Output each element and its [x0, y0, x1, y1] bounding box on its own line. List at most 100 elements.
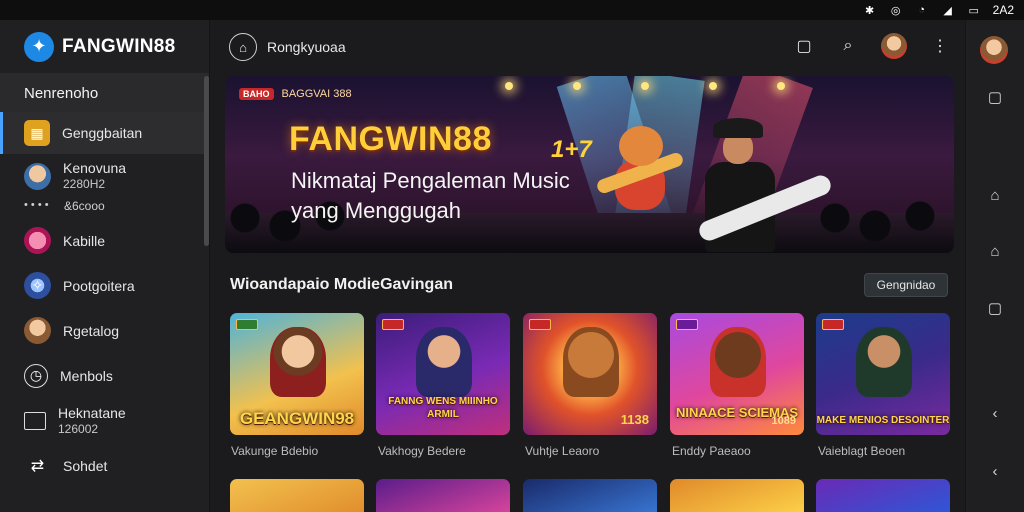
chat-icon[interactable]: ▢ [793, 35, 815, 57]
top-bar: ⌂ Rongkyuoaa ▢ ⌕ ⋮ [211, 20, 965, 74]
brand-name: FANGWIN88 [62, 35, 176, 57]
game-card[interactable]: FANNG WENS MIIINHO ARMIL [376, 313, 510, 435]
page-title: Rongkyuoaa [267, 39, 346, 55]
right-rail: ▢ ⌂ ⌂ ▢ ‹ ‹ [965, 20, 1024, 512]
hero-badge: BAHO BAGGVAI 388 [239, 88, 352, 100]
card-caption: Enddy Paeaoo [672, 444, 751, 458]
game-card[interactable]: MAKE MENIOS DESOINTER [816, 313, 950, 435]
card-tag [529, 319, 551, 330]
sidebar-item-label: Rgetalog [63, 322, 120, 339]
rail-avatar-image [980, 36, 1008, 64]
card-caption: Vakunge Bdebio [231, 444, 319, 458]
sidebar-item-sohdet[interactable]: ⇄ Sohdet [0, 443, 209, 488]
card-character [856, 327, 912, 397]
hero-title: FANGWIN88 [289, 120, 492, 158]
card-tag [676, 319, 698, 330]
game-card-partial[interactable] [523, 479, 657, 512]
card-caption: Vuhtje Leaoro [525, 444, 600, 458]
profile-avatar-icon [24, 317, 51, 344]
sidebar-item-label: Kenovuna [63, 160, 127, 176]
sidebar-item-genggbaitan[interactable]: ▦ Genggbaitan [0, 112, 209, 154]
sidebar: ✦ FANGWIN88 Nenrenoho ▦ Genggbaitan Keno… [0, 20, 210, 512]
more-vertical-icon[interactable]: ⋮ [929, 35, 951, 57]
game-card-partial[interactable] [816, 479, 950, 512]
sidebar-dots-value: &6cooo [64, 199, 105, 213]
user-avatar[interactable] [881, 33, 907, 59]
back-icon[interactable]: ‹ [984, 402, 1006, 424]
bear-mascot-illustration [595, 126, 685, 216]
game-card-partial[interactable] [670, 479, 804, 512]
app-root: ✱ ◎ ◔ ◢ ▭ 2A2 ✦ FANGWIN88 Nenrenoho ▦ Ge… [0, 0, 1024, 512]
sidebar-scrollbar[interactable] [204, 76, 209, 246]
search-icon[interactable]: ⌕ [837, 35, 859, 57]
card-number: 1089 [771, 415, 796, 427]
card-label: GEANGWIN98 [239, 409, 355, 428]
card-caption: Vakhogy Bedere [378, 444, 466, 458]
sidebar-item-label: Menbols [60, 367, 113, 384]
back-alt-icon[interactable]: ‹ [984, 460, 1006, 482]
hero-subtitle: Nikmataj Pengaleman Music yang Menggugah [291, 166, 570, 226]
bluetooth-icon: ✱ [865, 4, 875, 17]
user-avatar-icon [24, 162, 51, 190]
card-tag [382, 319, 404, 330]
signal-icon: ◢ [943, 4, 952, 17]
rail-avatar[interactable] [980, 36, 1008, 64]
game-card[interactable]: NINAACE SCIEMAS 1089 [670, 313, 804, 435]
card-character [416, 327, 472, 397]
hero-badge-text: BAGGVAI 388 [281, 88, 352, 100]
top-actions: ▢ ⌕ ⋮ [793, 33, 951, 59]
card-label: MAKE MENIOS DESOINTER [816, 415, 950, 426]
hero-badge-tag: BAHO [239, 88, 274, 100]
game-card[interactable]: GEANGWIN98 [230, 313, 364, 435]
card-tag [236, 319, 258, 330]
card-number: 1138 [620, 412, 649, 427]
wifi-icon: ◔ [918, 4, 925, 16]
card-tag [822, 319, 844, 330]
sidebar-dots: • • • • [24, 199, 49, 211]
sidebar-item-sub: 126002 [58, 421, 99, 436]
sidebar-item-pootgoitera[interactable]: ✧ Pootgoitera [0, 263, 209, 308]
battery-icon: ▭ [968, 4, 979, 17]
game-card-partial[interactable] [230, 479, 364, 512]
rail-square-icon[interactable]: ▢ [984, 86, 1006, 108]
status-bar: ✱ ◎ ◔ ◢ ▭ 2A2 [0, 0, 1024, 20]
house-outline-icon[interactable]: ⌂ [984, 240, 1006, 262]
sidebar-item-label: Pootgoitera [63, 277, 135, 294]
game-card[interactable]: 1138 [523, 313, 657, 435]
sidebar-item-label: Kabille [63, 232, 106, 249]
crowd-silhouette [815, 198, 954, 253]
card-character [710, 327, 766, 397]
section-title: Wioandapaio ModieGavingan [230, 276, 453, 293]
home-icon[interactable]: ⌂ [984, 184, 1006, 206]
globe-icon: ✧ [24, 272, 51, 299]
card-character [563, 327, 619, 397]
sidebar-item-kabille[interactable]: Kabille [0, 218, 209, 263]
hero-banner[interactable]: BAHO BAGGVAI 388 FANGWIN88 1+7 Nikmataj … [225, 76, 954, 253]
stage-lights [505, 82, 785, 90]
hero-subtitle-line1: Nikmataj Pengaleman Music [291, 168, 570, 193]
card-character [270, 327, 326, 397]
hero-mark: 1+7 [551, 136, 592, 163]
status-time: 2A2 [992, 3, 1014, 17]
sidebar-item-heknatane[interactable]: Heknatane 126002 [0, 398, 209, 443]
music-icon [24, 227, 51, 254]
card-label: FANNG WENS MIIINHO ARMIL [388, 396, 498, 420]
game-card-partial[interactable] [376, 479, 510, 512]
sidebar-dots-row: • • • • &6cooo [0, 198, 209, 218]
sidebar-item-label: Genggbaitan [62, 125, 143, 141]
sidebar-item-label: Heknatane [58, 404, 126, 421]
clock-icon: ◷ [24, 363, 48, 388]
swap-icon: ⇄ [30, 457, 45, 475]
sidebar-item-sub: 2280H2 [63, 177, 106, 191]
card-caption: Vaieblagt Beoen [818, 444, 906, 458]
section-more-button[interactable]: Gengnidao [864, 273, 948, 297]
sidebar-item-menbols[interactable]: ◷ Menbols [0, 353, 209, 398]
brand[interactable]: ✦ FANGWIN88 [0, 20, 209, 74]
sidebar-item-kenovuna[interactable]: Kenovuna 2280H2 [0, 154, 209, 198]
sidebar-item-rgetalog[interactable]: Rgetalog [0, 308, 209, 353]
app-logo-icon[interactable]: ⌂ [229, 33, 257, 61]
brand-logo-icon: ✦ [24, 31, 54, 62]
recent-apps-icon[interactable]: ▢ [984, 297, 1006, 319]
hero-subtitle-line2: yang Menggugah [291, 198, 462, 223]
mail-icon [24, 411, 46, 430]
